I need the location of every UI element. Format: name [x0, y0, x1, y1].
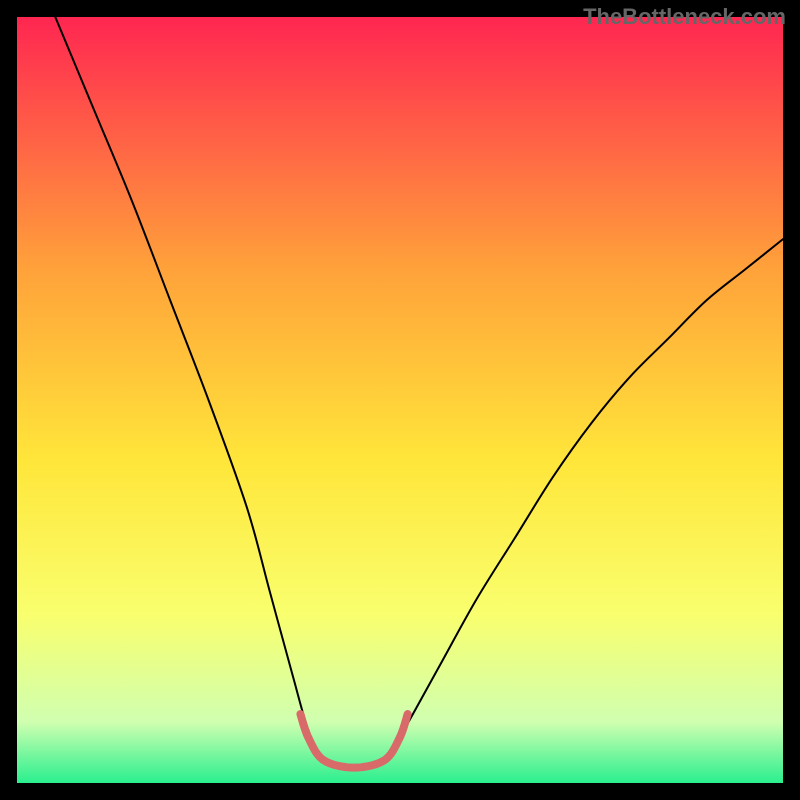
- chart-container: TheBottleneck.com: [0, 0, 800, 800]
- plot-background: [17, 17, 783, 783]
- watermark-text: TheBottleneck.com: [583, 4, 786, 30]
- bottleneck-chart: [0, 0, 800, 800]
